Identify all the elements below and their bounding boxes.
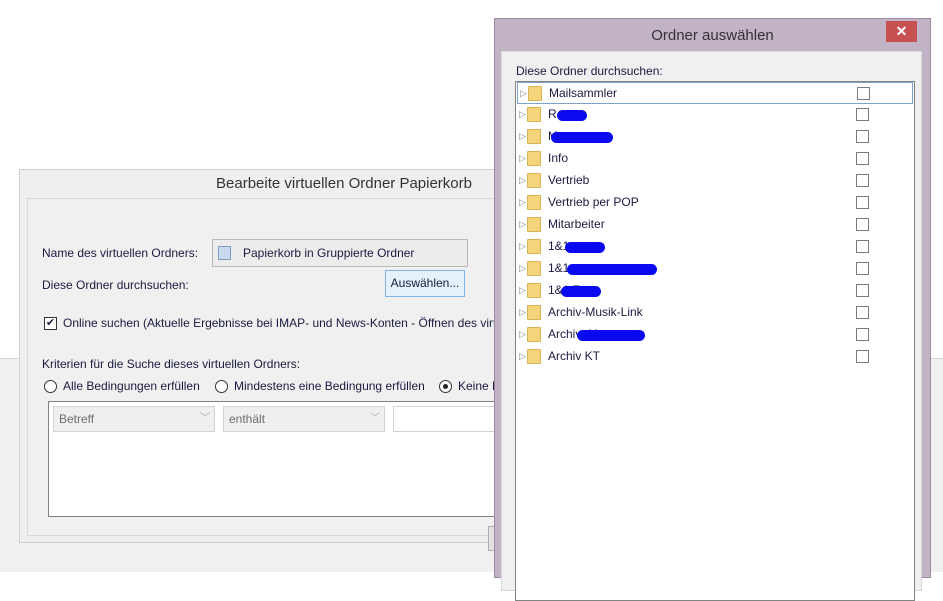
chevron-down-icon: ﹀ — [200, 413, 210, 424]
folder-checkbox[interactable] — [856, 262, 869, 275]
folder-row[interactable]: ▷ Archiv KT — [517, 346, 913, 368]
folder-icon — [527, 305, 541, 320]
expand-arrow-icon[interactable]: ▷ — [519, 131, 526, 142]
radio-match-none[interactable] — [439, 380, 452, 393]
folder-checkbox[interactable] — [856, 130, 869, 143]
folder-checkbox[interactable] — [856, 108, 869, 121]
folder-icon — [527, 261, 541, 276]
folder-icon — [527, 151, 541, 166]
name-label: Name des virtuellen Ordners: — [42, 246, 199, 260]
folder-row[interactable]: ▷ Vertrieb — [517, 170, 913, 192]
expand-arrow-icon[interactable]: ▷ — [520, 88, 527, 99]
online-search-label: Online suchen (Aktuelle Ergebnisse bei I… — [63, 316, 504, 330]
folder-row[interactable]: ▷ 1&1 — [517, 236, 913, 258]
expand-arrow-icon[interactable]: ▷ — [519, 153, 526, 164]
edit-virtual-folder-dialog: Bearbeite virtuellen Ordner Papierkorb N… — [19, 169, 513, 551]
folder-name-field[interactable]: Papierkorb in Gruppierte Ordner — [212, 239, 468, 267]
folder-name: Mitarbeiter — [548, 217, 605, 231]
folder-name: Archiv KT — [548, 349, 601, 363]
expand-arrow-icon[interactable]: ▷ — [519, 109, 526, 120]
folder-icon — [528, 86, 542, 101]
folder-icon — [527, 217, 541, 232]
folders-label: Diese Ordner durchsuchen: — [42, 278, 189, 292]
expand-arrow-icon[interactable]: ▷ — [519, 197, 526, 208]
online-search-checkbox[interactable]: ✔ — [44, 317, 57, 330]
field-select[interactable]: Betreff ﹀ — [53, 406, 215, 432]
folder-row[interactable]: ▷ R — [517, 104, 913, 126]
operator-select-value: enthält — [229, 412, 266, 426]
expand-arrow-icon[interactable]: ▷ — [519, 219, 526, 230]
folder-icon — [527, 129, 541, 144]
chevron-down-icon: ﹀ — [370, 413, 380, 424]
folder-checkbox[interactable] — [856, 218, 869, 231]
operator-select[interactable]: enthält ﹀ — [223, 406, 385, 432]
folder-row[interactable]: ▷ Info — [517, 148, 913, 170]
folder-name: Vertrieb per POP — [548, 195, 639, 209]
criteria-label: Kriterien für die Suche dieses virtuelle… — [42, 357, 301, 371]
folder-icon — [527, 283, 541, 298]
dialog-title: Ordner auswählen — [651, 27, 774, 44]
folder-checkbox[interactable] — [856, 284, 869, 297]
radio-match-all-label: Alle Bedingungen erfüllen — [63, 379, 200, 393]
expand-arrow-icon[interactable]: ▷ — [519, 351, 526, 362]
expand-arrow-icon[interactable]: ▷ — [519, 263, 526, 274]
folder-icon — [527, 173, 541, 188]
folder-icon — [527, 107, 541, 122]
folder-row[interactable]: ▷ Vertrieb per POP — [517, 192, 913, 214]
expand-arrow-icon[interactable]: ▷ — [519, 329, 526, 340]
folder-row[interactable]: ▷ Mitarbeiter — [517, 214, 913, 236]
redaction-mark — [565, 242, 605, 253]
folder-icon — [527, 327, 541, 342]
search-folder-icon — [218, 246, 231, 260]
folder-checkbox[interactable] — [857, 87, 870, 100]
expand-arrow-icon[interactable]: ▷ — [519, 175, 526, 186]
folder-list: ▷Mailsammler▷R▷M▷Info▷Vertrieb▷Vertrieb … — [515, 81, 915, 601]
radio-match-all[interactable] — [44, 380, 57, 393]
folder-name: R — [548, 107, 557, 121]
folder-row[interactable]: ▷M — [517, 126, 913, 148]
folder-row[interactable]: ▷ Archiv_M — [517, 324, 913, 346]
redaction-mark — [561, 286, 601, 297]
expand-arrow-icon[interactable]: ▷ — [519, 307, 526, 318]
folder-checkbox[interactable] — [856, 152, 869, 165]
radio-match-any-label: Mindestens eine Bedingung erfüllen — [234, 379, 425, 393]
redaction-mark — [567, 264, 657, 275]
folder-row[interactable]: ▷ 1&1 — [517, 258, 913, 280]
folder-checkbox[interactable] — [856, 328, 869, 341]
expand-arrow-icon[interactable]: ▷ — [519, 285, 526, 296]
folder-row[interactable]: ▷1&1 F — [517, 280, 913, 302]
folder-checkbox[interactable] — [856, 350, 869, 363]
folder-name-value: Papierkorb in Gruppierte Ordner — [243, 246, 415, 260]
folder-name: Archiv-Musik-Link — [548, 305, 643, 319]
folder-checkbox[interactable] — [856, 174, 869, 187]
folder-checkbox[interactable] — [856, 306, 869, 319]
radio-match-any[interactable] — [215, 380, 228, 393]
expand-arrow-icon[interactable]: ▷ — [519, 241, 526, 252]
field-select-value: Betreff — [59, 412, 95, 426]
folder-checkbox[interactable] — [856, 240, 869, 253]
folder-name: Mailsammler — [549, 86, 618, 100]
folder-checkbox[interactable] — [856, 196, 869, 209]
select-folders-dialog: Ordner auswählen ✕ Diese Ordner durchsuc… — [494, 18, 931, 601]
redaction-mark — [551, 132, 613, 143]
folder-row[interactable]: ▷ Archiv-Musik-Link — [517, 302, 913, 324]
dialog-title: Bearbeite virtuellen Ordner Papierkorb — [216, 175, 472, 192]
folder-name: Info — [548, 151, 569, 165]
folder-name: Vertrieb — [548, 173, 590, 187]
folder-icon — [527, 239, 541, 254]
folders-list-label: Diese Ordner durchsuchen: — [516, 64, 663, 78]
criteria-box: Betreff ﹀ enthält ﹀ — [48, 401, 513, 517]
select-folders-button[interactable]: Auswählen... — [385, 270, 465, 297]
redaction-mark — [577, 330, 645, 341]
redaction-mark — [557, 110, 587, 121]
folder-icon — [527, 349, 541, 364]
folder-row[interactable]: ▷ Mailsammler — [517, 82, 913, 104]
close-button[interactable]: ✕ — [886, 21, 917, 42]
folder-icon — [527, 195, 541, 210]
